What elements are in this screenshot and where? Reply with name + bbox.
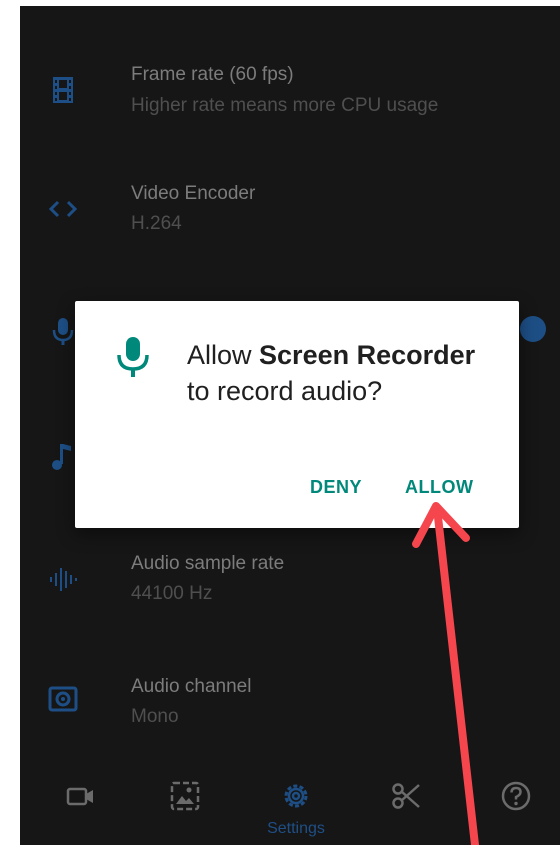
settings-screen: Frame rate (60 fps) Higher rate means mo… — [20, 6, 560, 845]
annotation-arrow — [412, 502, 479, 845]
